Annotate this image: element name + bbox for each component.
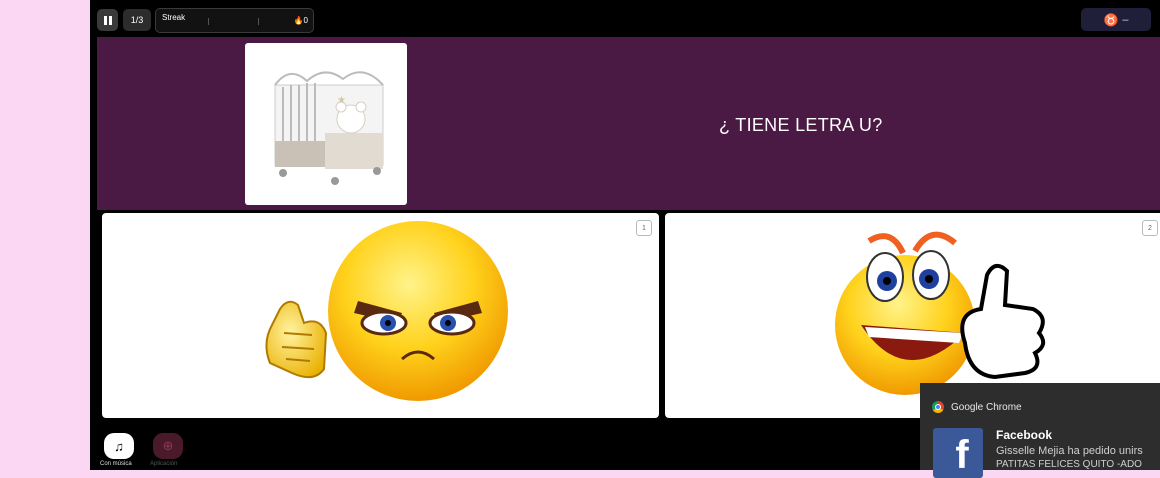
player-chip[interactable]: ♉ – [1081,8,1151,31]
player-icon: ♉ [1103,12,1119,27]
notification-title: Facebook [996,428,1053,442]
answer-option-1[interactable]: 1 [102,213,659,418]
question-text: ¿ TIENE LETRA U? [719,115,883,135]
svg-text:★: ★ [337,95,346,106]
angry-emoji-thumbs-down-image [265,221,508,401]
baby-crib-image: ★ [245,43,407,205]
top-bar: 1/3 Streak 🔥0 ♉ – [90,0,1160,36]
answer-number-1: 1 [636,220,652,236]
fire-icon: 🔥 [293,16,304,25]
music-label: Con música [100,461,132,467]
player-label: – [1122,13,1129,26]
question-panel: ★ ¿ TIENE LETRA U? [97,37,1160,210]
music-toggle-button[interactable]: ♫ [104,433,134,459]
music-note-icon: ♫ [114,438,124,454]
zoom-icon: ⊕ [162,438,174,453]
question-counter: 1/3 [123,9,151,31]
pause-button[interactable] [97,9,118,31]
pause-icon [103,15,107,25]
notification-header: Google Chrome [932,401,1022,413]
streak-label: Streak [162,13,186,22]
notification-message: Gisselle Mejia ha pedido unirs [996,445,1143,457]
zoom-button[interactable]: ⊕ [153,433,183,459]
streak-count: 🔥0 [293,16,308,25]
chrome-notification[interactable]: Google Chrome f Facebook Gisselle Mejia … [920,383,1160,478]
notification-message-2: PATITAS FELICES QUITO -ADO [996,459,1142,470]
zoom-label: Aplicación [150,461,178,467]
facebook-icon: f [933,428,983,478]
answer-number-2: 2 [1142,220,1158,236]
streak-bar: Streak 🔥0 [155,8,314,33]
chrome-icon [932,401,944,413]
notification-app-name: Google Chrome [951,401,1022,413]
